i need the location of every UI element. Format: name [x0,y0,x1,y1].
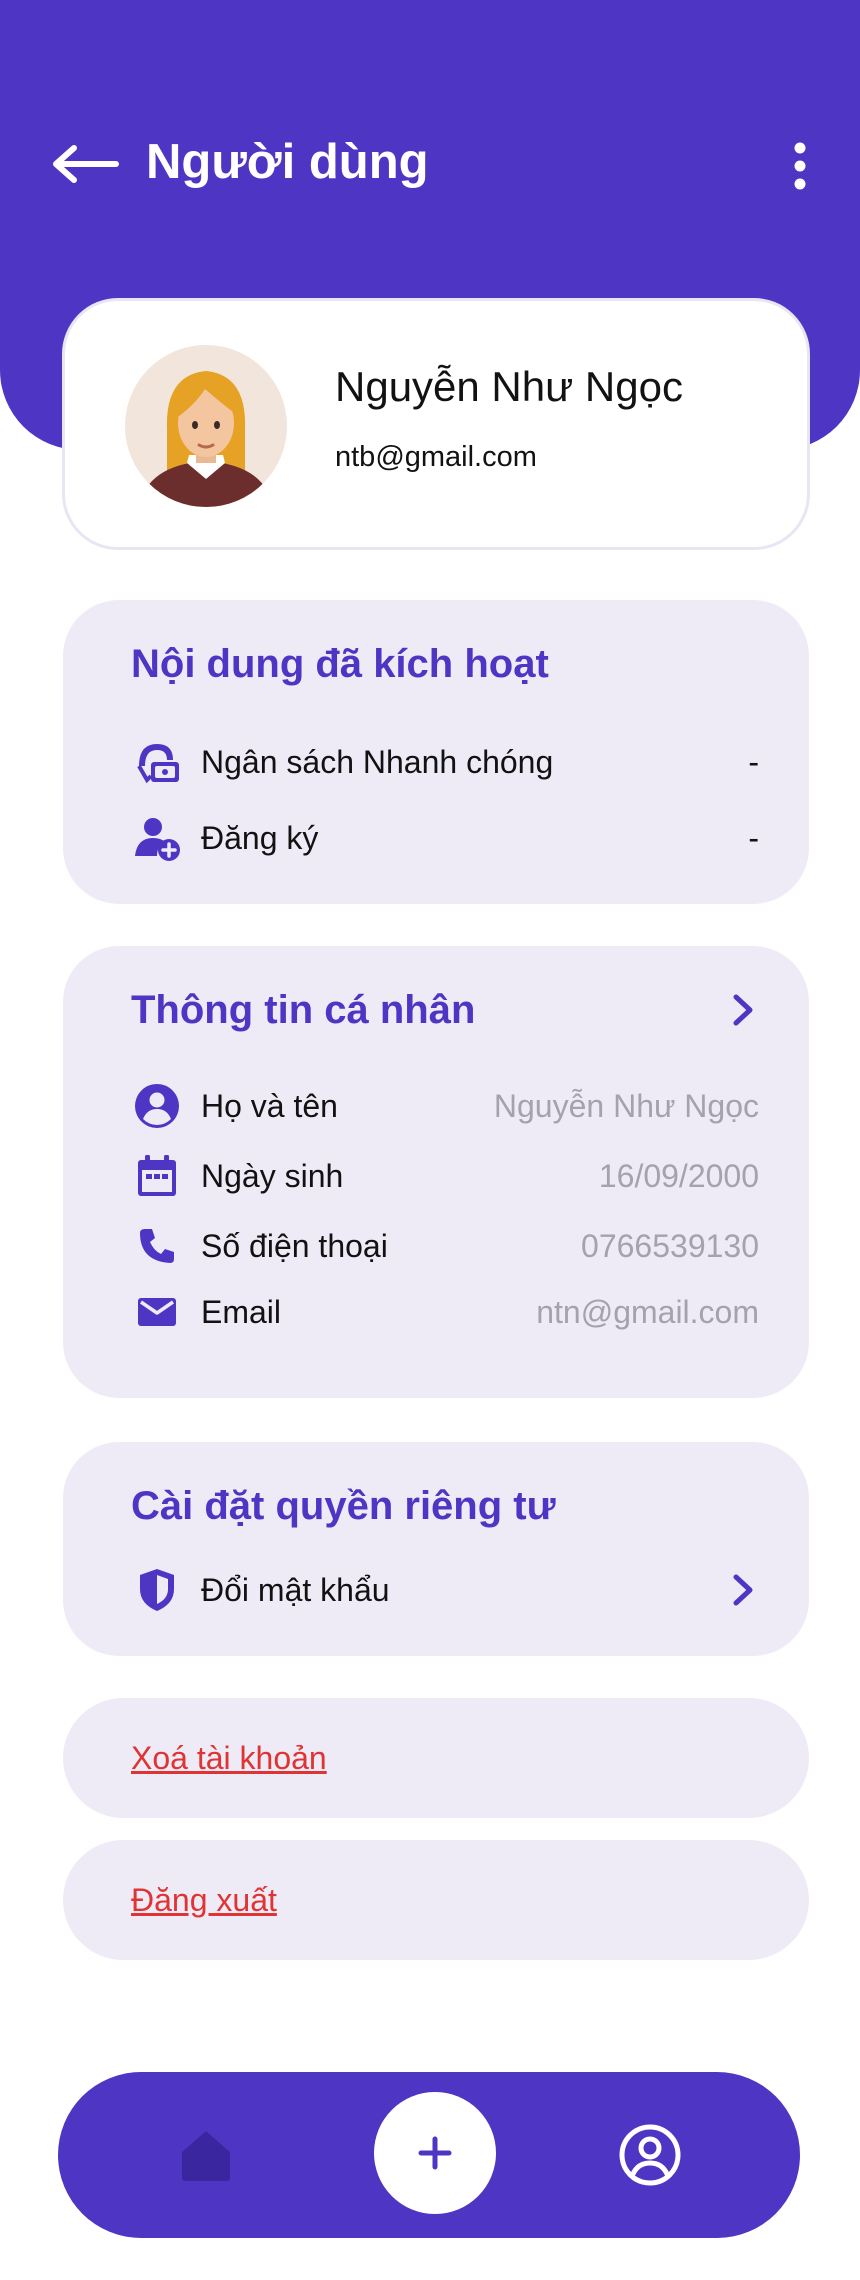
personal-row-email: Email ntn@gmail.com [131,1282,759,1342]
activated-label: Ngân sách Nhanh chóng [201,743,554,780]
arrow-left-icon [53,145,119,183]
nav-profile-button[interactable] [612,2117,688,2193]
personal-row-birthday: Ngày sinh 16/09/2000 [131,1146,759,1206]
personal-value: 0766539130 [581,1227,759,1264]
profile-name: Nguyễn Như Ngọc [335,363,683,410]
bottom-navigation-bar [58,2072,800,2238]
shield-icon [131,1564,183,1616]
activated-title: Nội dung đã kích hoạt [131,642,549,686]
profile-email: ntb@gmail.com [335,441,537,473]
home-icon [182,2131,230,2181]
page-title: Người dùng [146,135,429,189]
personal-info-open-button[interactable] [719,986,767,1034]
personal-row-phone: Số điện thoại 0766539130 [131,1216,759,1276]
personal-info-card: Thông tin cá nhân Họ và tên Nguyễn Như N… [63,946,809,1398]
activated-value: - [748,819,759,856]
personal-title: Thông tin cá nhân [131,988,476,1032]
change-password-open-button[interactable] [719,1566,767,1614]
chevron-right-icon [733,1574,753,1606]
personal-label: Ngày sinh [201,1157,344,1194]
activated-label: Đăng ký [201,819,319,856]
avatar-woman-illustration [125,345,287,507]
mail-icon [131,1286,183,1338]
activated-row-quick-budget[interactable]: Ngân sách Nhanh chóng - [131,732,759,792]
more-options-button[interactable] [776,138,824,194]
logout-link[interactable]: Đăng xuất [131,1882,277,1919]
personal-value: ntn@gmail.com [536,1293,759,1330]
user-circle-icon [131,1080,183,1132]
avatar [125,345,287,507]
activated-row-subscription[interactable]: Đăng ký - [131,808,759,868]
activated-content-card: Nội dung đã kích hoạt Ngân sách Nhanh ch… [63,600,809,904]
privacy-title: Cài đặt quyền riêng tư [131,1484,556,1528]
activated-value: - [748,743,759,780]
top-app-bar: Người dùng [0,120,860,210]
personal-value: Nguyễn Như Ngọc [493,1087,759,1124]
personal-label: Họ và tên [201,1087,338,1124]
calendar-icon [131,1150,183,1202]
user-add-icon [131,812,183,864]
personal-label: Email [201,1293,282,1330]
chevron-right-icon [733,994,753,1026]
privacy-row-change-password[interactable]: Đổi mật khẩu [131,1560,759,1620]
plus-icon [418,2136,452,2170]
back-button[interactable] [48,136,122,192]
quick-budget-icon [131,736,183,788]
personal-value: 16/09/2000 [598,1157,759,1194]
profile-icon [619,2124,681,2186]
delete-account-link[interactable]: Xoá tài khoản [131,1740,327,1777]
phone-icon [131,1220,183,1272]
more-vertical-icon [794,142,806,190]
nav-home-button[interactable] [168,2117,244,2193]
logout-row: Đăng xuất [63,1840,809,1960]
profile-card: Nguyễn Như Ngọc ntb@gmail.com [62,298,810,550]
delete-account-row: Xoá tài khoản [63,1698,809,1818]
privacy-label: Đổi mật khẩu [201,1571,390,1608]
personal-label: Số điện thoại [201,1227,388,1264]
privacy-settings-card: Cài đặt quyền riêng tư Đổi mật khẩu [63,1442,809,1656]
nav-add-button[interactable] [374,2092,496,2214]
personal-row-fullname: Họ và tên Nguyễn Như Ngọc [131,1076,759,1136]
